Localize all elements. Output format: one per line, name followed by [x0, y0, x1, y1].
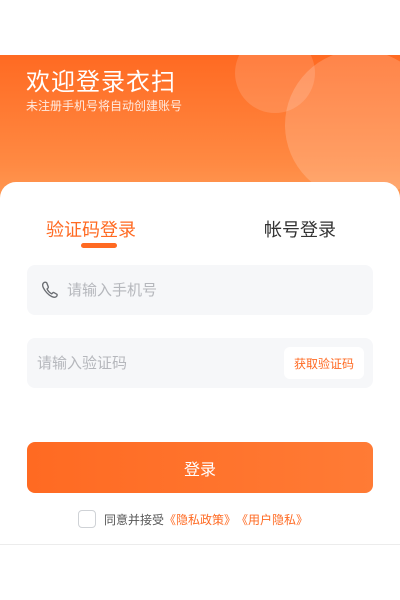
user-privacy-link[interactable]: 《用户隐私》: [236, 511, 308, 528]
get-code-button[interactable]: 获取验证码: [284, 347, 364, 379]
welcome-title: 欢迎登录衣扫: [26, 68, 176, 96]
bottom-divider: [0, 544, 400, 545]
tab-sms-login[interactable]: 验证码登录: [46, 216, 136, 242]
verification-code-field: 获取验证码: [27, 338, 373, 388]
login-button[interactable]: 登录: [27, 442, 373, 493]
agreement-text: 同意并接受: [104, 512, 165, 527]
welcome-subtitle: 未注册手机号将自动创建账号: [26, 99, 183, 113]
phone-icon: [41, 281, 58, 298]
top-bar: [0, 0, 400, 55]
agreement-row: 同意并接受 《隐私政策》 《用户隐私》: [78, 508, 308, 530]
phone-input[interactable]: [67, 265, 357, 315]
verification-code-input[interactable]: [37, 338, 267, 388]
login-card: 验证码登录 帐号登录 获取验证码 登录 同意并接受 《隐私政策》 《用户隐私》: [0, 182, 400, 542]
phone-field: [27, 265, 373, 315]
tab-account-login[interactable]: 帐号登录: [264, 216, 336, 242]
active-tab-indicator: [81, 243, 117, 248]
agreement-checkbox[interactable]: [78, 510, 96, 528]
privacy-policy-link[interactable]: 《隐私政策》: [164, 511, 236, 528]
